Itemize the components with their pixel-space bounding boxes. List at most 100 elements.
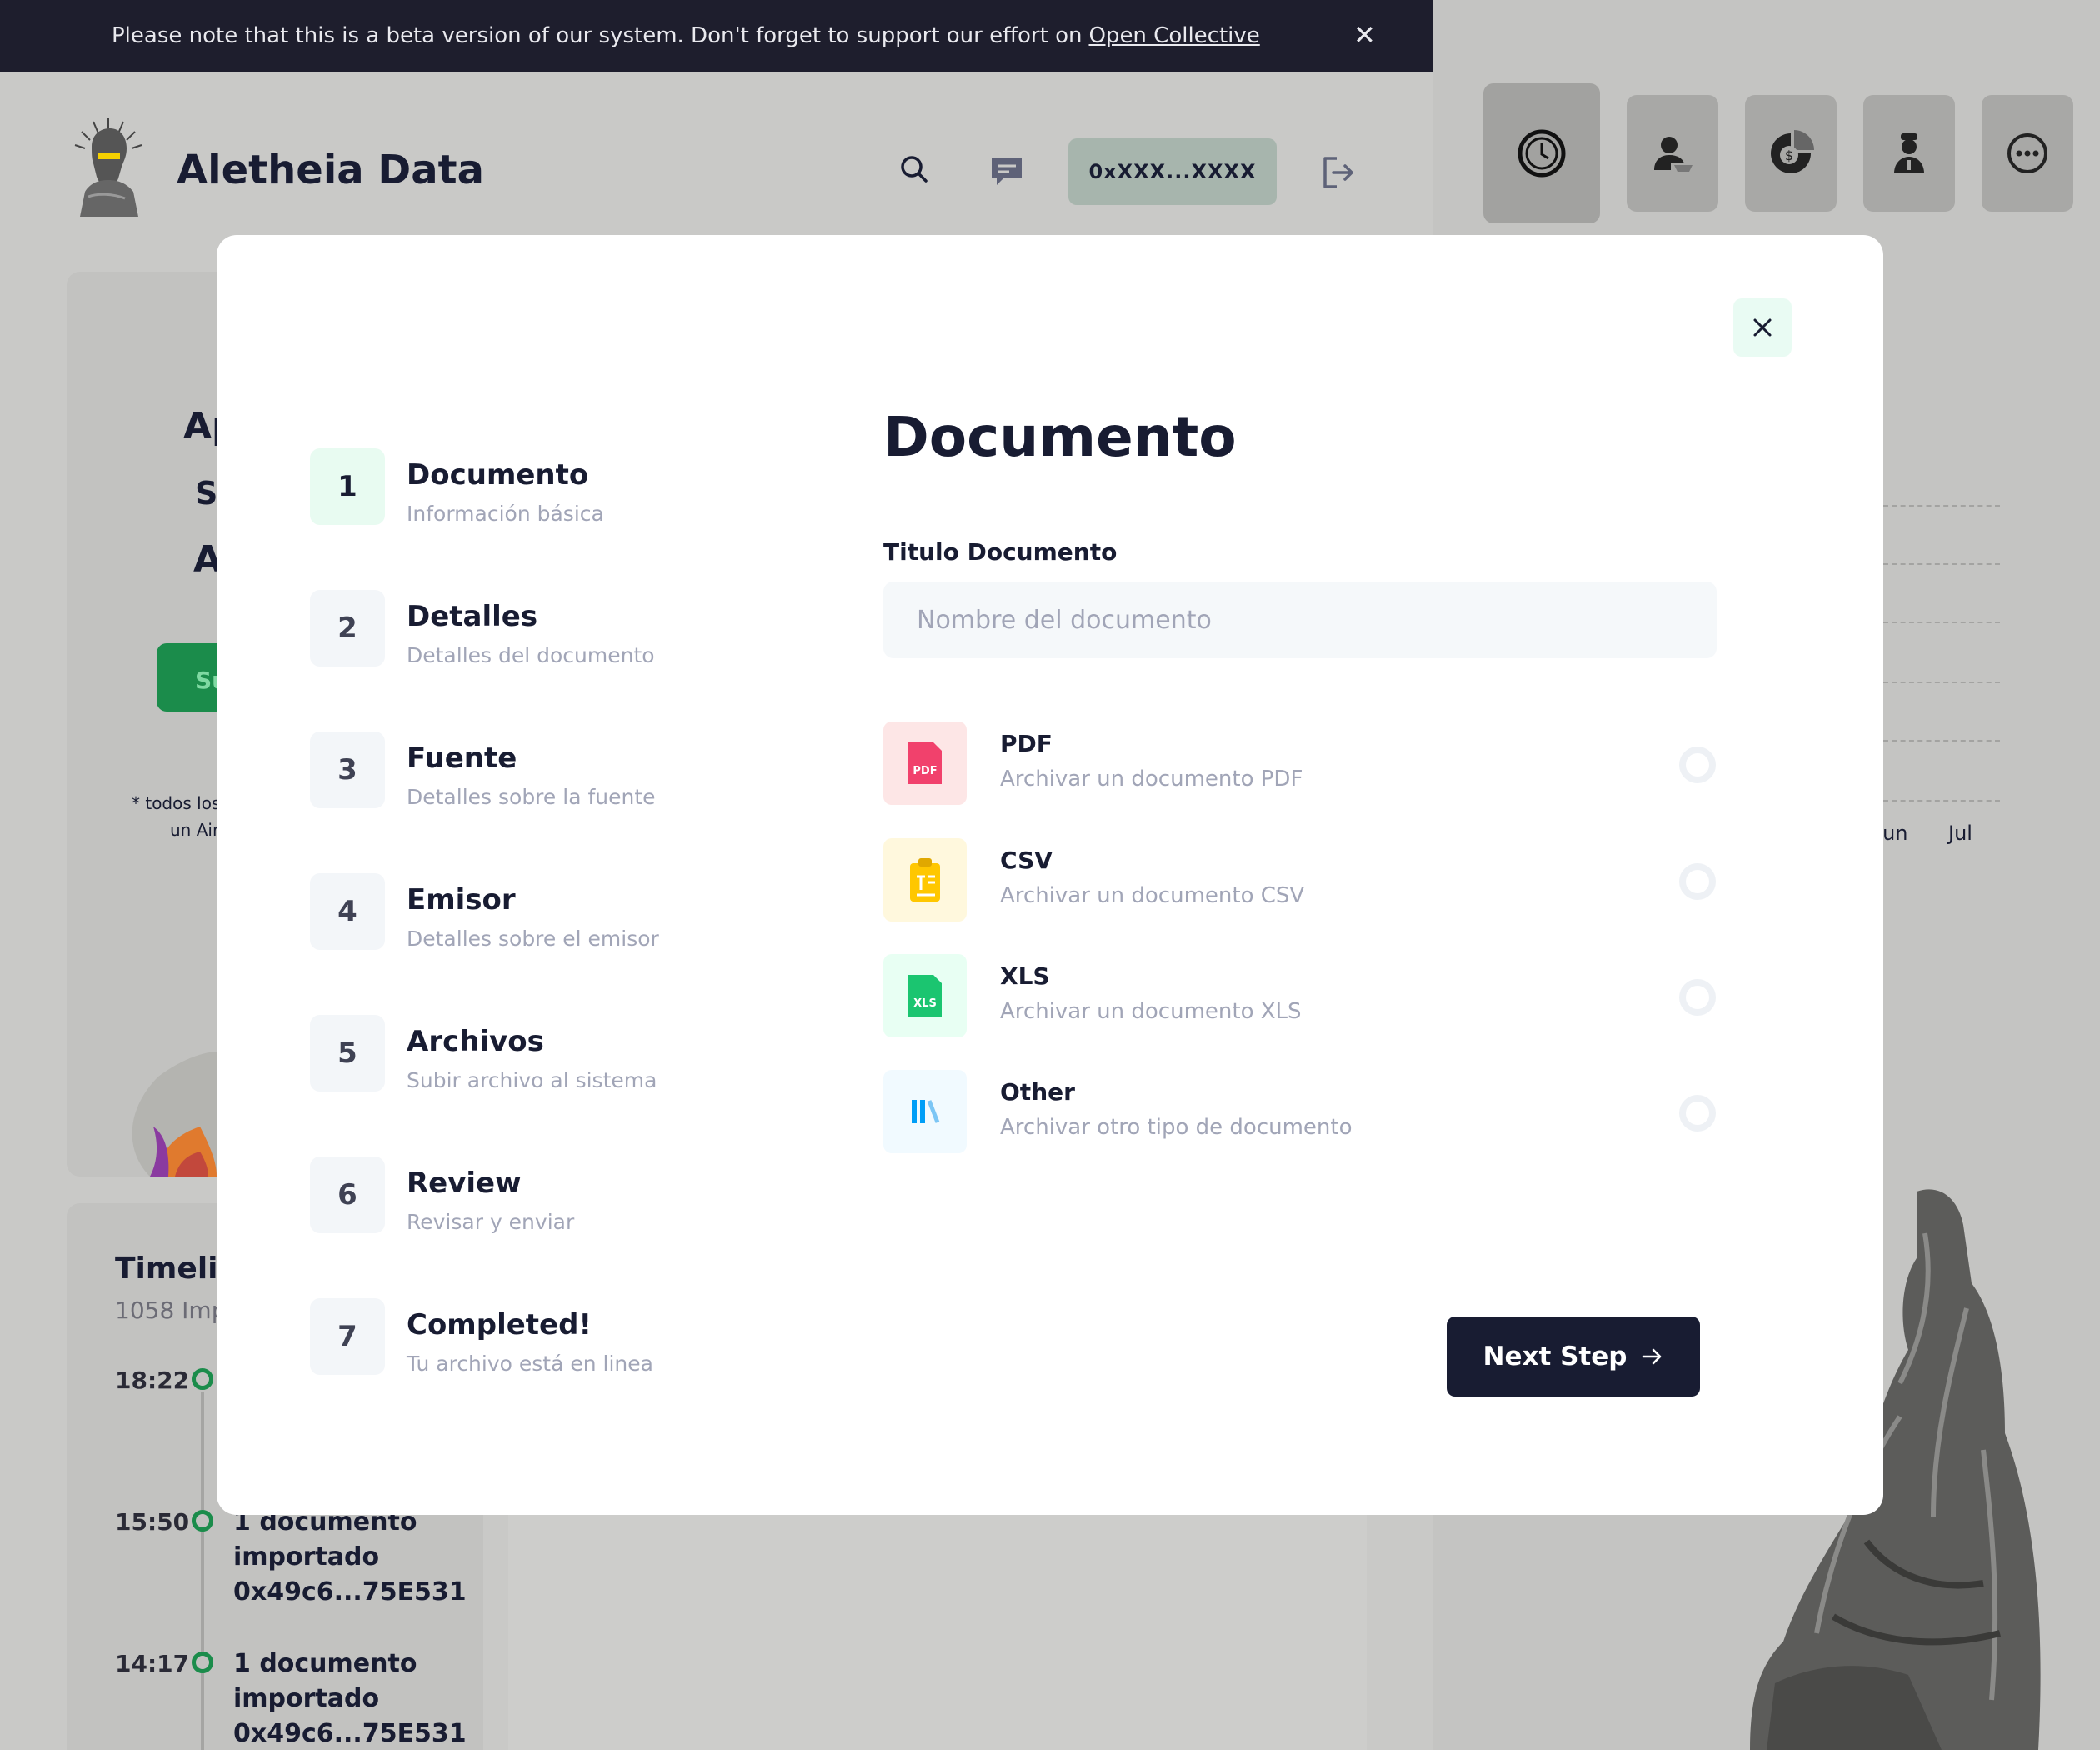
modal-heading: Documento	[883, 405, 1237, 469]
other-icon	[883, 1070, 967, 1153]
pdf-icon: PDF	[883, 722, 967, 805]
xls-badge-text: XLS	[913, 998, 937, 1010]
step-description: Tu archivo está en linea	[407, 1352, 653, 1376]
search-icon[interactable]	[900, 155, 928, 183]
step-description: Información básica	[407, 502, 604, 526]
chart-gridline	[1883, 622, 2000, 623]
more-icon	[2008, 133, 2048, 173]
step-review[interactable]: 6 Review Revisar y enviar	[310, 1157, 810, 1240]
wallet-address-button[interactable]: 0xXXX...XXXX	[1068, 138, 1277, 205]
step-number: 7	[310, 1298, 385, 1375]
option-name: PDF	[1000, 730, 1052, 758]
chart-gridline	[1883, 682, 2000, 683]
logo-bust-image	[74, 118, 142, 217]
timeline-dot	[192, 1510, 213, 1532]
option-description: Archivar un documento XLS	[1000, 999, 1302, 1024]
option-description: Archivar un documento PDF	[1000, 767, 1303, 792]
option-name: Other	[1000, 1078, 1075, 1106]
timeline-subtitle: 1058 Imp	[115, 1297, 227, 1324]
modal-close-button[interactable]	[1733, 298, 1792, 357]
beta-banner: Please note that this is a beta version …	[0, 0, 1433, 72]
step-description: Detalles sobre el emisor	[407, 927, 659, 951]
step-completed[interactable]: 7 Completed! Tu archivo está en linea	[310, 1298, 810, 1382]
step-description: Detalles del documento	[407, 643, 655, 668]
chart-gridline	[1883, 740, 2000, 742]
timeline-text: 1 documento importado 0x49c6...75E531	[233, 1649, 467, 1748]
option-csv[interactable]: CSV Archivar un documento CSV	[883, 838, 1717, 922]
step-detalles[interactable]: 2 Detalles Detalles del documento	[310, 590, 810, 673]
clock-icon	[1518, 129, 1566, 178]
user-icon	[1654, 137, 1692, 172]
background-illustration	[132, 1052, 217, 1177]
option-pdf[interactable]: PDF PDF Archivar un documento PDF	[883, 722, 1717, 805]
step-number: 2	[310, 590, 385, 667]
next-step-label: Next Step	[1482, 1342, 1628, 1372]
step-number: 5	[310, 1015, 385, 1092]
option-radio[interactable]	[1679, 1095, 1716, 1132]
background-heading-fragment: S	[195, 475, 218, 512]
chart-month-label: Jul	[1948, 822, 1972, 845]
step-label: Archivos	[407, 1025, 544, 1058]
chat-icon[interactable]	[988, 155, 1025, 188]
step-emisor[interactable]: 4 Emisor Detalles sobre el emisor	[310, 873, 810, 957]
chart-gridline	[1883, 563, 2000, 565]
pdf-badge-text: PDF	[912, 765, 937, 778]
step-number: 4	[310, 873, 385, 950]
banner-close-icon[interactable]: ✕	[1353, 20, 1376, 50]
step-description: Subir archivo al sistema	[407, 1068, 658, 1092]
background-note: un Air	[170, 820, 220, 840]
officer-icon	[1894, 133, 1924, 173]
xls-icon: XLS	[883, 954, 967, 1038]
step-archivos[interactable]: 5 Archivos Subir archivo al sistema	[310, 1015, 810, 1098]
step-number: 3	[310, 732, 385, 808]
timeline-dot	[192, 1652, 213, 1673]
timeline-dot	[192, 1368, 213, 1390]
step-label: Review	[407, 1167, 522, 1200]
timeline-text: 1 documento importado 0x49c6...75E531	[233, 1508, 467, 1607]
step-label: Documento	[407, 458, 589, 492]
step-fuente[interactable]: 3 Fuente Detalles sobre la fuente	[310, 732, 810, 815]
step-number: 1	[310, 448, 385, 525]
toolbar-finance-button[interactable]: $	[1745, 95, 1837, 212]
step-label: Completed!	[407, 1308, 592, 1342]
arrow-right-icon	[1642, 1348, 1662, 1365]
step-description: Revisar y enviar	[407, 1210, 575, 1234]
document-title-input[interactable]	[883, 582, 1717, 658]
option-name: XLS	[1000, 962, 1050, 990]
csv-icon	[883, 838, 967, 922]
step-label: Emisor	[407, 883, 516, 917]
svg-text:$: $	[1785, 148, 1793, 163]
chart-gridline	[1883, 505, 2000, 507]
option-radio[interactable]	[1679, 863, 1716, 900]
toolbar-clock-button[interactable]	[1483, 83, 1600, 223]
step-number: 6	[310, 1157, 385, 1233]
toolbar-user-button[interactable]	[1627, 95, 1718, 212]
next-step-button[interactable]: Next Step	[1447, 1317, 1700, 1397]
close-icon	[1753, 318, 1772, 337]
open-collective-link[interactable]: Open Collective	[1088, 23, 1259, 48]
timeline-time: 15:50	[115, 1508, 190, 1536]
step-description: Detalles sobre la fuente	[407, 785, 656, 809]
timeline-time: 18:22	[115, 1367, 190, 1394]
chart-gridline	[1883, 800, 2000, 802]
option-name: CSV	[1000, 847, 1052, 874]
background-note: * todos los	[132, 793, 221, 813]
option-description: Archivar un documento CSV	[1000, 883, 1305, 908]
app-title: Aletheia Data	[177, 147, 484, 193]
timeline-line	[201, 1392, 204, 1750]
title-field-label: Titulo Documento	[883, 538, 1118, 566]
option-radio[interactable]	[1679, 747, 1716, 783]
toolbar-officer-button[interactable]	[1863, 95, 1955, 212]
step-documento[interactable]: 1 Documento Información básica	[310, 448, 810, 532]
beta-message: Please note that this is a beta version …	[112, 23, 1082, 48]
option-description: Archivar otro tipo de documento	[1000, 1115, 1352, 1140]
timeline-time: 14:17	[115, 1650, 190, 1678]
toolbar-more-button[interactable]	[1982, 95, 2073, 212]
step-label: Detalles	[407, 600, 538, 633]
logout-icon[interactable]	[1320, 155, 1355, 190]
coin-chart-icon: $	[1771, 130, 1814, 173]
option-radio[interactable]	[1679, 979, 1716, 1016]
option-other[interactable]: Other Archivar otro tipo de documento	[883, 1070, 1717, 1153]
option-xls[interactable]: XLS XLS Archivar un documento XLS	[883, 954, 1717, 1038]
step-label: Fuente	[407, 742, 518, 775]
